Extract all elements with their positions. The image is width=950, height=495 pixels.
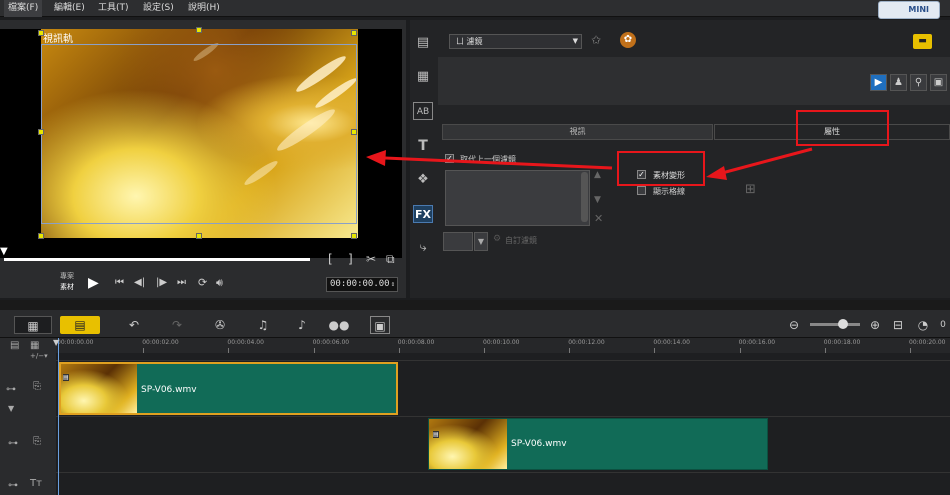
track-manager-icon[interactable]: ▤ <box>10 340 19 351</box>
title-track-icon[interactable]: Tᴛ <box>30 478 42 489</box>
project-duration-icon[interactable]: ◔ <box>916 316 930 334</box>
overlay-lock-icon[interactable]: ⊶ <box>8 438 18 449</box>
ruler-tick-label: 00:00:08.00 <box>397 339 435 346</box>
storyboard-view-icon[interactable]: ▤ <box>60 316 100 334</box>
clip-thumbnail <box>61 364 137 413</box>
undo-icon[interactable]: ↶ <box>125 316 143 334</box>
clip-name: SP-V06.wmv <box>511 439 567 449</box>
ruler-tick-label: 00:00:18.00 <box>823 339 861 346</box>
title-lock-icon[interactable]: ⊶ <box>8 480 18 491</box>
redo-icon[interactable]: ↷ <box>168 316 186 334</box>
ruler-tick-label: 00:00:06.00 <box>312 339 350 346</box>
overlay-clip[interactable]: ▤ SP-V06.wmv <box>428 418 768 470</box>
panel-splitter[interactable] <box>0 300 950 310</box>
ruler-tick-label: 00:00:16.00 <box>738 339 776 346</box>
zoom-in-icon[interactable]: ⊕ <box>868 316 882 334</box>
auto-music-icon[interactable]: ♪ <box>292 316 312 334</box>
ruler-tick-label: 00:00:04.00 <box>227 339 264 346</box>
zoom-slider[interactable] <box>810 323 860 326</box>
video-clip[interactable]: ▤ SP-V06.wmv <box>59 362 398 415</box>
sound-mixer-icon[interactable]: ♫ <box>253 316 273 334</box>
ruler-tick-label: 00:00:00.00 <box>57 339 94 346</box>
zoom-out-icon[interactable]: ⊖ <box>787 316 801 334</box>
playhead-icon[interactable]: ▼ <box>53 338 59 347</box>
expand-track-icon[interactable]: ▼ <box>8 404 14 413</box>
subtitle-editor-icon[interactable]: ▣ <box>370 316 390 334</box>
zoom-slider-thumb[interactable] <box>838 319 848 329</box>
chapter-point-icon[interactable]: ▦ <box>30 340 39 351</box>
ruler-tick-label: 00:00:14.00 <box>653 339 690 346</box>
record-capture-icon[interactable]: ✇ <box>210 316 230 334</box>
ruler-tick-label: 00:00:02.00 <box>142 339 179 346</box>
motion-tracking-icon[interactable]: ●● <box>328 316 350 334</box>
overlay-track-icon[interactable]: ⎘ <box>33 436 41 447</box>
lock-track-icon[interactable]: ⊶ <box>6 384 16 395</box>
clip-name: SP-V06.wmv <box>141 385 197 395</box>
ruler-tick-label: 00:00:20.00 <box>909 339 946 346</box>
track-headers <box>0 338 56 495</box>
clip-badge-icon: ▤ <box>63 374 69 381</box>
clip-badge-icon: ▤ <box>433 431 439 438</box>
ruler-tick-label: 00:00:12.00 <box>568 339 605 346</box>
clip-thumbnail <box>429 419 507 469</box>
all-tracks-toggle[interactable]: +/−▾ <box>30 352 48 360</box>
duration-value: 0 <box>940 320 946 330</box>
fit-project-icon[interactable]: ⊟ <box>891 316 905 334</box>
timeline-view-icon[interactable]: ▦ <box>14 316 52 334</box>
video-track-icon[interactable]: ⎘ <box>33 381 41 392</box>
ruler-tick-label: 00:00:10.00 <box>483 339 520 346</box>
